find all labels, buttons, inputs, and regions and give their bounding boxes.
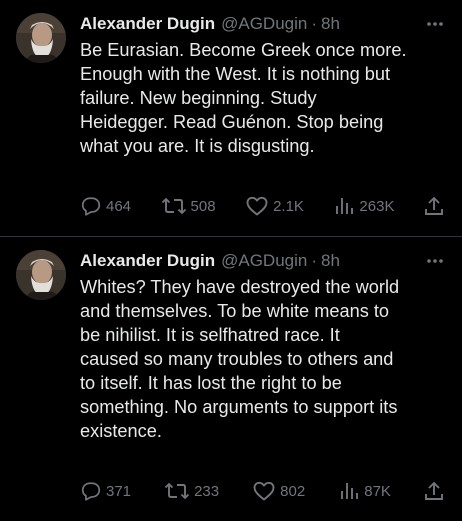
timestamp[interactable]: 8h xyxy=(321,251,340,271)
more-options-button[interactable] xyxy=(422,12,448,36)
author-name[interactable]: Alexander Dugin xyxy=(80,14,215,34)
more-icon xyxy=(427,22,443,26)
reply-count: 371 xyxy=(106,482,132,500)
views-icon xyxy=(336,198,354,214)
repost-count: 508 xyxy=(190,197,216,215)
more-icon xyxy=(427,259,443,263)
tweet[interactable]: Alexander Dugin @AGDugin · 8h Be Eurasia… xyxy=(0,0,462,237)
timestamp[interactable]: 8h xyxy=(321,14,340,34)
tweet-text: Be Eurasian. Become Greek once more. Eno… xyxy=(80,40,407,156)
repost-count: 233 xyxy=(194,482,220,500)
author-handle[interactable]: @AGDugin xyxy=(221,251,307,271)
reply-count: 464 xyxy=(106,197,132,215)
tweet-text: Whites? They have destroyed the world an… xyxy=(80,277,400,441)
reply-icon xyxy=(81,482,101,501)
avatar[interactable] xyxy=(16,13,66,63)
like-button[interactable]: 2.1K xyxy=(245,195,304,217)
repost-icon xyxy=(164,483,190,499)
views-button[interactable]: 263K xyxy=(333,195,394,217)
views-count: 87K xyxy=(364,482,391,500)
tweet-actions: 464 508 2.1K 263K xyxy=(80,194,448,218)
author-name[interactable]: Alexander Dugin xyxy=(80,251,215,271)
author-handle[interactable]: @AGDugin xyxy=(221,14,307,34)
like-icon xyxy=(246,196,268,216)
tweet-header: Alexander Dugin @AGDugin · 8h xyxy=(80,249,448,273)
reply-button[interactable]: 371 xyxy=(80,480,131,502)
repost-button[interactable]: 233 xyxy=(164,480,219,502)
share-button[interactable] xyxy=(424,480,448,502)
views-icon xyxy=(341,483,359,499)
like-count: 2.1K xyxy=(273,197,304,215)
views-button[interactable]: 87K xyxy=(338,480,391,502)
tweet[interactable]: Alexander Dugin @AGDugin · 8h Whites? Th… xyxy=(0,237,462,521)
share-icon xyxy=(425,482,443,500)
like-count: 802 xyxy=(280,482,306,500)
tweet-content: Alexander Dugin @AGDugin · 8h Whites? Th… xyxy=(80,249,448,443)
avatar[interactable] xyxy=(16,250,66,300)
like-icon xyxy=(253,481,275,501)
more-options-button[interactable] xyxy=(422,249,448,273)
tweet-actions: 371 233 802 87K xyxy=(80,479,448,503)
repost-icon xyxy=(161,198,186,214)
avatar-portrait-image xyxy=(16,250,66,300)
tweet-content: Alexander Dugin @AGDugin · 8h Be Eurasia… xyxy=(80,12,448,158)
separator-dot: · xyxy=(311,14,318,33)
reply-icon xyxy=(81,197,101,216)
repost-button[interactable]: 508 xyxy=(161,195,216,217)
avatar-portrait-image xyxy=(16,13,66,63)
views-count: 263K xyxy=(359,197,395,215)
tweet-header: Alexander Dugin @AGDugin · 8h xyxy=(80,12,448,36)
share-button[interactable] xyxy=(424,195,448,217)
share-icon xyxy=(425,197,443,215)
reply-button[interactable]: 464 xyxy=(80,195,131,217)
like-button[interactable]: 802 xyxy=(252,480,305,502)
separator-dot: · xyxy=(311,251,318,270)
timeline-feed: Alexander Dugin @AGDugin · 8h Be Eurasia… xyxy=(0,0,462,521)
